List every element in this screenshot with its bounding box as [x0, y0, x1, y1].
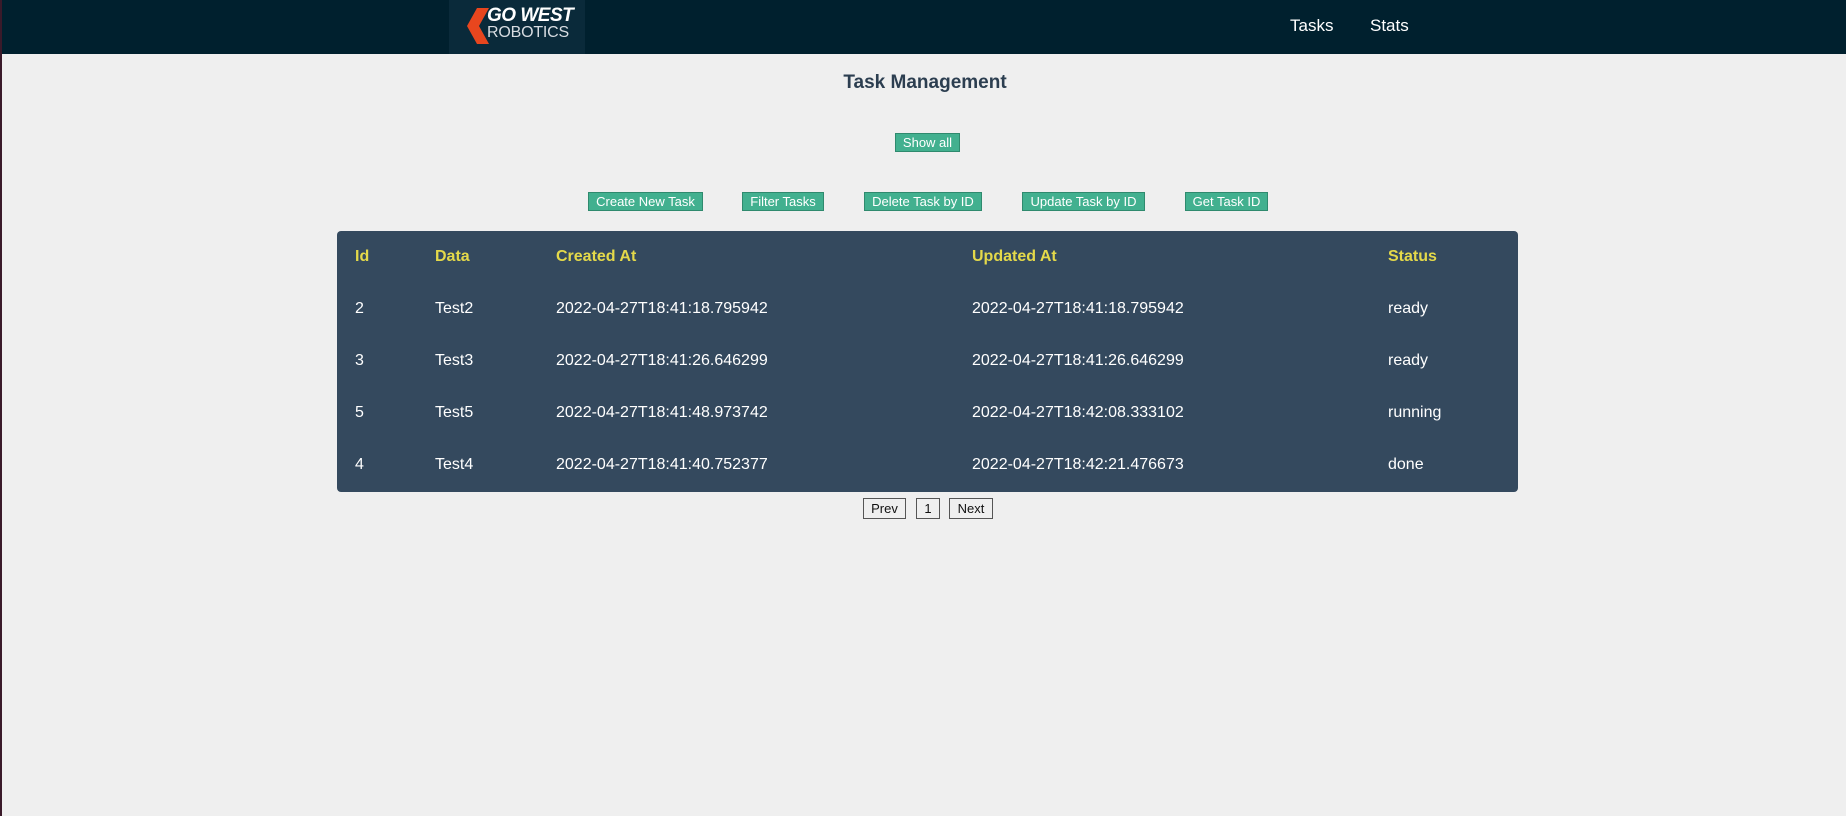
create-task-button[interactable]: Create New Task	[588, 192, 703, 211]
cell-created-at: 2022-04-27T18:41:40.752377	[556, 456, 768, 473]
cell-data: Test3	[435, 352, 474, 369]
header-id: Id	[355, 248, 370, 265]
header-updated-at: Updated At	[972, 248, 1057, 265]
cell-data: Test5	[435, 404, 474, 421]
cell-status: ready	[1388, 300, 1429, 317]
nav-tasks-link[interactable]: Tasks	[1290, 16, 1333, 36]
cell-data: Test2	[435, 300, 474, 317]
cell-id: 4	[355, 456, 364, 473]
cell-id: 5	[355, 404, 364, 421]
cell-id: 2	[355, 300, 364, 317]
cell-status: ready	[1388, 352, 1429, 369]
cell-created-at: 2022-04-27T18:41:18.795942	[556, 300, 768, 317]
show-all-button[interactable]: Show all	[895, 133, 960, 152]
cell-updated-at: 2022-04-27T18:41:18.795942	[972, 300, 1184, 317]
page-1-button[interactable]: 1	[916, 498, 940, 519]
logo-text: GO WEST ROBOTICS	[487, 5, 574, 41]
header-status: Status	[1388, 248, 1437, 265]
next-page-button[interactable]: Next	[949, 498, 993, 519]
header-created-at: Created At	[556, 248, 637, 265]
header-data: Data	[435, 248, 470, 265]
page-title: Task Management	[843, 72, 1007, 93]
delete-task-button[interactable]: Delete Task by ID	[864, 192, 982, 211]
cell-updated-at: 2022-04-27T18:42:21.476673	[972, 456, 1184, 473]
cell-status: running	[1388, 404, 1442, 421]
top-navbar: GO WEST ROBOTICS Tasks Stats	[2, 0, 1846, 54]
brand-logo[interactable]: GO WEST ROBOTICS	[449, 0, 585, 54]
nav-stats-link[interactable]: Stats	[1370, 16, 1409, 36]
cell-updated-at: 2022-04-27T18:42:08.333102	[972, 404, 1184, 421]
tasks-table: Id Data Created At Updated At Status 2 T…	[337, 231, 1518, 492]
cell-created-at: 2022-04-27T18:41:26.646299	[556, 352, 768, 369]
cell-updated-at: 2022-04-27T18:41:26.646299	[972, 352, 1184, 369]
prev-page-button[interactable]: Prev	[863, 498, 906, 519]
filter-tasks-button[interactable]: Filter Tasks	[742, 192, 824, 211]
cell-created-at: 2022-04-27T18:41:48.973742	[556, 404, 768, 421]
get-task-id-button[interactable]: Get Task ID	[1185, 192, 1268, 211]
cell-status: done	[1388, 456, 1424, 473]
logo-line2: ROBOTICS	[487, 24, 569, 41]
cell-data: Test4	[435, 456, 474, 473]
logo-line1: GO WEST	[487, 5, 574, 26]
update-task-button[interactable]: Update Task by ID	[1022, 192, 1145, 211]
cell-id: 3	[355, 352, 364, 369]
